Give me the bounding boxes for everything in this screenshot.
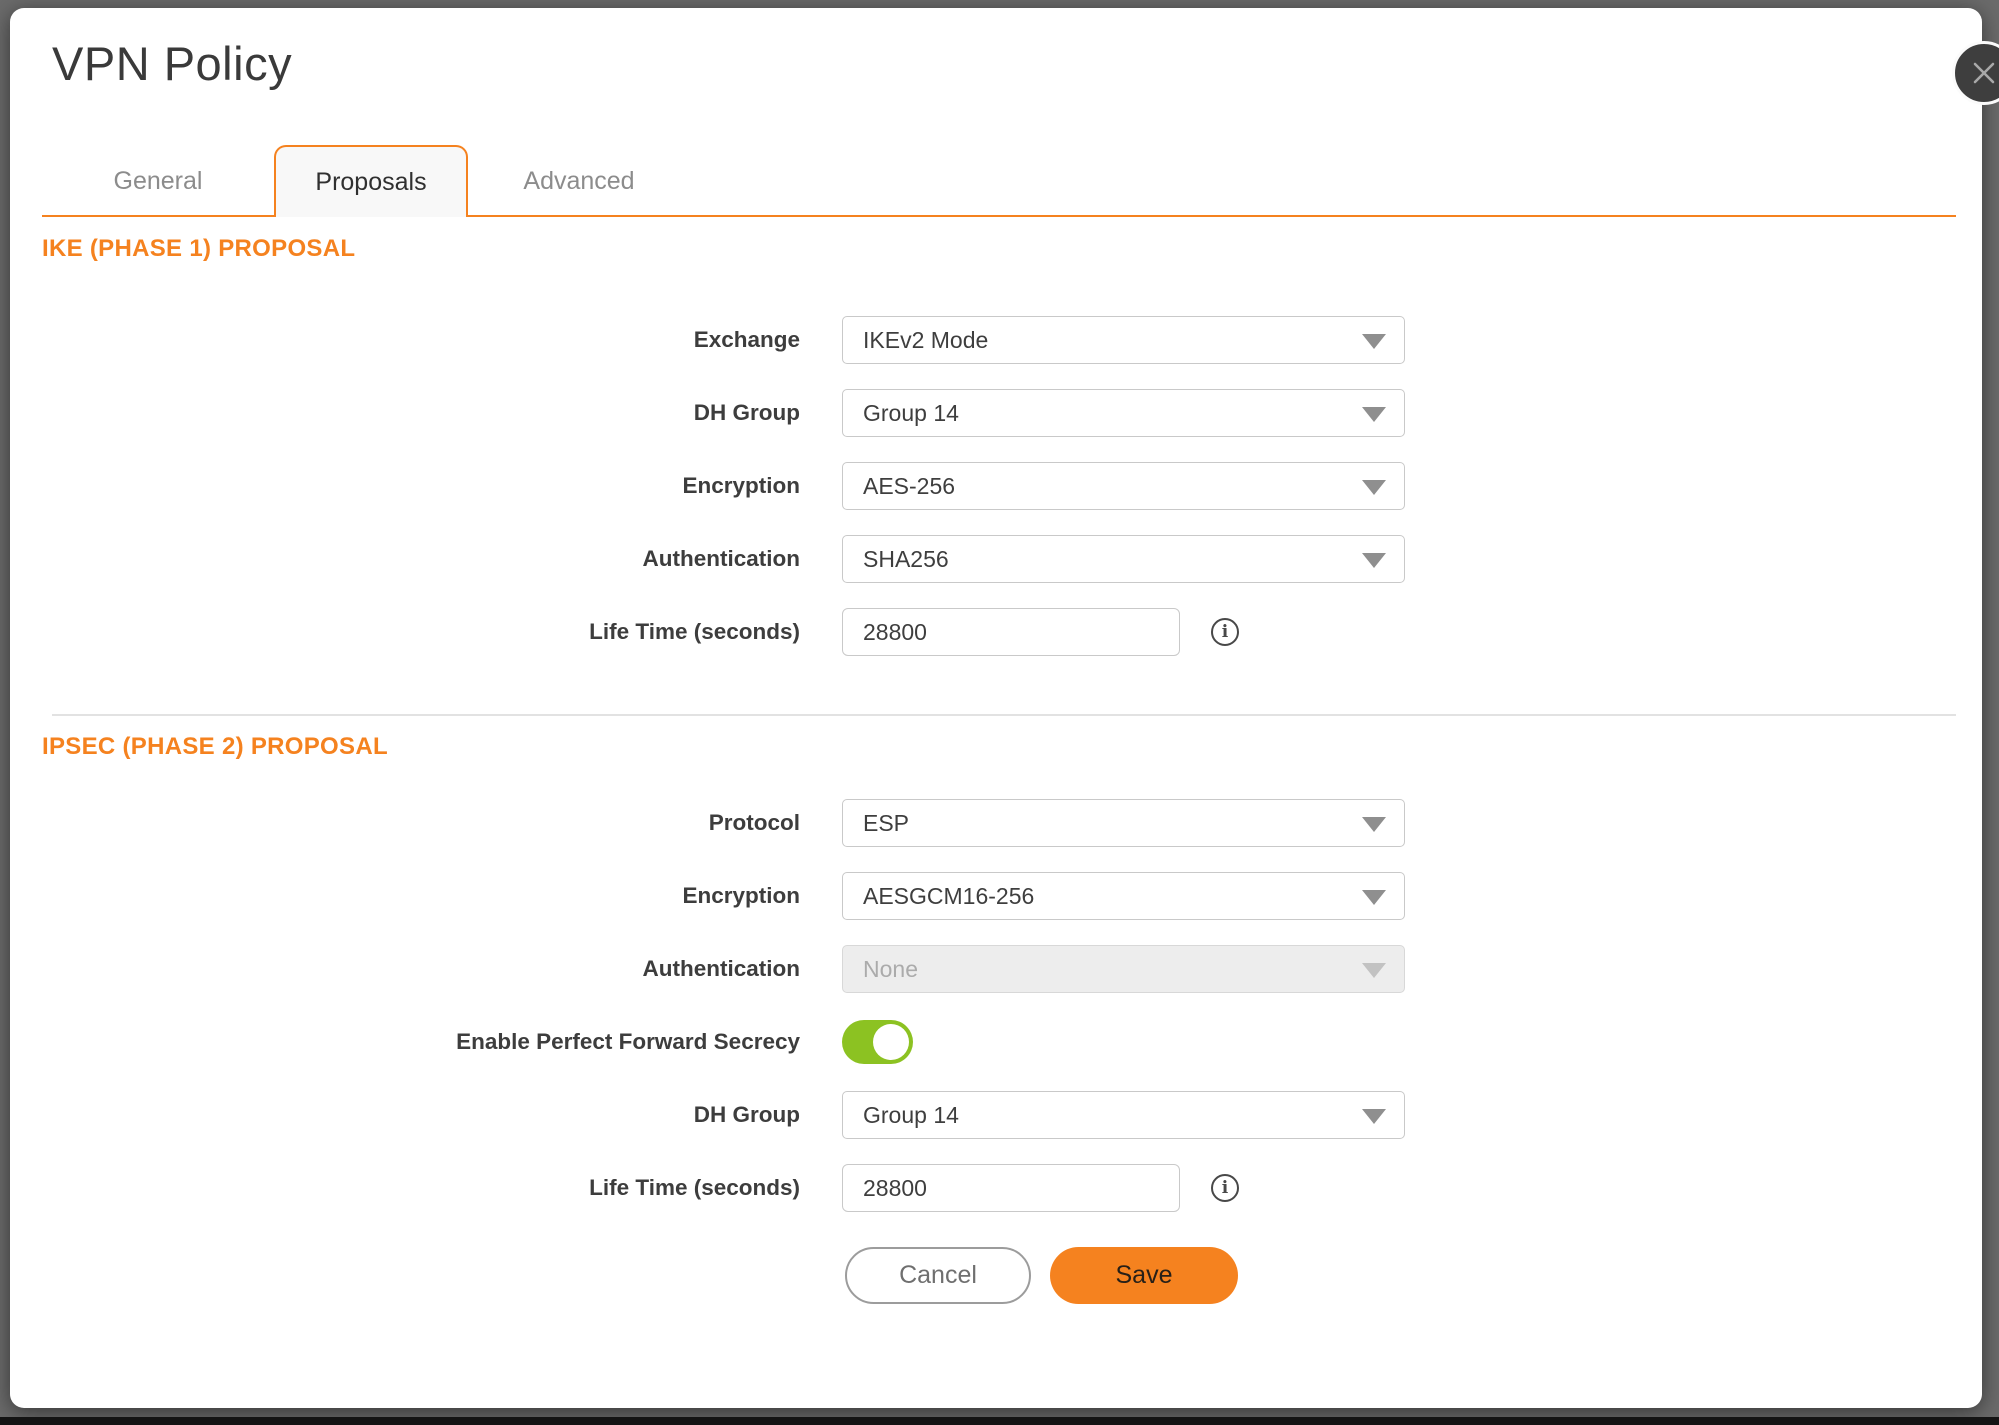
enable-perfect-forward-secrecy-toggle[interactable] — [842, 1020, 913, 1064]
dropdown-value: ESP — [863, 810, 909, 837]
save-button[interactable]: Save — [1050, 1247, 1238, 1304]
authentication-dropdown[interactable]: SHA256 — [842, 535, 1405, 583]
form-row: Authentication None — [10, 945, 1982, 993]
tab-advanced[interactable]: Advanced — [468, 145, 690, 217]
chevron-down-icon — [1362, 553, 1386, 568]
tab-general[interactable]: General — [42, 145, 274, 217]
page-background: VPN Policy GeneralProposalsAdvanced IKE … — [0, 0, 1999, 1425]
bottom-edge-bar — [0, 1417, 1999, 1425]
tab-bar: GeneralProposalsAdvanced — [42, 145, 1956, 217]
info-icon[interactable]: i — [1211, 1174, 1239, 1202]
form-area: IKE (PHASE 1) PROPOSAL Exchange IKEv2 Mode… — [10, 217, 1982, 1304]
vpn-policy-dialog: VPN Policy GeneralProposalsAdvanced IKE … — [10, 8, 1982, 1408]
field-label: Life Time (seconds) — [10, 619, 800, 645]
section-heading: IPSEC (PHASE 2) PROPOSAL — [42, 734, 1982, 760]
form-row: Encryption AES-256 — [10, 462, 1982, 510]
field-label: Protocol — [10, 810, 800, 836]
field-label: Authentication — [10, 956, 800, 982]
dropdown-value: IKEv2 Mode — [863, 327, 988, 354]
life-time-seconds-input[interactable] — [842, 608, 1180, 656]
encryption-dropdown[interactable]: AESGCM16-256 — [842, 872, 1405, 920]
field-label: Encryption — [10, 473, 800, 499]
exchange-dropdown[interactable]: IKEv2 Mode — [842, 316, 1405, 364]
dh-group-dropdown[interactable]: Group 14 — [842, 1091, 1405, 1139]
life-time-seconds-input[interactable] — [842, 1164, 1180, 1212]
field-label: DH Group — [10, 1102, 800, 1128]
chevron-down-icon — [1362, 817, 1386, 832]
chevron-down-icon — [1362, 480, 1386, 495]
dh-group-dropdown[interactable]: Group 14 — [842, 389, 1405, 437]
tab-proposals[interactable]: Proposals — [274, 145, 468, 217]
section-ike-phase1: IKE (PHASE 1) PROPOSAL Exchange IKEv2 Mode… — [10, 236, 1982, 716]
authentication-dropdown: None — [842, 945, 1405, 993]
chevron-down-icon — [1362, 963, 1386, 978]
section-heading: IKE (PHASE 1) PROPOSAL — [42, 236, 1982, 262]
dropdown-value: SHA256 — [863, 546, 949, 573]
cancel-button[interactable]: Cancel — [845, 1247, 1031, 1304]
dropdown-value: Group 14 — [863, 400, 959, 427]
dropdown-value: AES-256 — [863, 473, 955, 500]
field-label: Authentication — [10, 546, 800, 572]
close-icon — [1971, 60, 1997, 86]
section-divider — [52, 714, 1956, 716]
field-label: Encryption — [10, 883, 800, 909]
dialog-title: VPN Policy — [52, 36, 292, 91]
protocol-dropdown[interactable]: ESP — [842, 799, 1405, 847]
form-row: Life Time (seconds) i — [10, 608, 1982, 656]
field-label: Enable Perfect Forward Secrecy — [10, 1029, 800, 1055]
info-icon[interactable]: i — [1211, 618, 1239, 646]
form-row: Encryption AESGCM16-256 — [10, 872, 1982, 920]
form-row: DH Group Group 14 — [10, 389, 1982, 437]
chevron-down-icon — [1362, 890, 1386, 905]
field-label: DH Group — [10, 400, 800, 426]
form-row: Life Time (seconds) i — [10, 1164, 1982, 1212]
chevron-down-icon — [1362, 1109, 1386, 1124]
chevron-down-icon — [1362, 407, 1386, 422]
form-row: DH Group Group 14 — [10, 1091, 1982, 1139]
dropdown-value: Group 14 — [863, 1102, 959, 1129]
form-row: Enable Perfect Forward Secrecy — [10, 1018, 1982, 1066]
encryption-dropdown[interactable]: AES-256 — [842, 462, 1405, 510]
dropdown-value: AESGCM16-256 — [863, 883, 1034, 910]
chevron-down-icon — [1362, 334, 1386, 349]
form-row: Exchange IKEv2 Mode — [10, 316, 1982, 364]
field-label: Life Time (seconds) — [10, 1175, 800, 1201]
dropdown-value: None — [863, 956, 918, 983]
form-row: Authentication SHA256 — [10, 535, 1982, 583]
form-row: Protocol ESP — [10, 799, 1982, 847]
close-button[interactable] — [1952, 41, 1999, 105]
section-ipsec-phase2: IPSEC (PHASE 2) PROPOSAL Protocol ESP Encry… — [10, 734, 1982, 1212]
toggle-knob — [873, 1024, 909, 1060]
field-label: Exchange — [10, 327, 800, 353]
dialog-footer: Cancel Save — [845, 1247, 1982, 1304]
